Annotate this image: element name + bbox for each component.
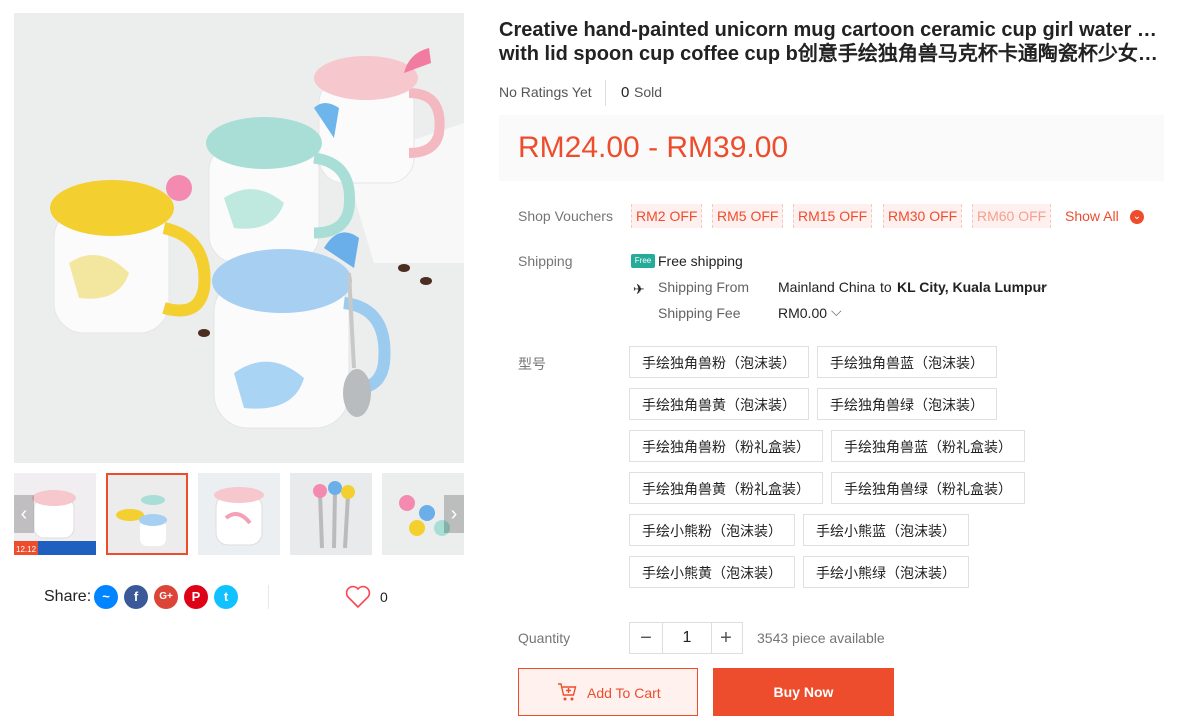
free-shipping-icon: Free — [631, 254, 655, 268]
variation-option[interactable]: 手绘小熊粉（泡沫装） — [629, 514, 795, 546]
shipping-destination[interactable]: KL City, Kuala Lumpur — [897, 279, 1047, 295]
thumbnail-1[interactable]: 12.12 ‹ — [14, 473, 96, 555]
unicorn-mugs-illustration — [14, 13, 464, 463]
thumbnail-image — [290, 473, 372, 555]
ratings-text: No Ratings Yet — [499, 84, 592, 100]
variation-option[interactable]: 手绘独角兽绿（粉礼盒装） — [831, 472, 1025, 504]
variation-option[interactable]: 手绘小熊绿（泡沫装） — [803, 556, 969, 588]
thumbnail-strip: 12.12 ‹ › — [14, 473, 464, 555]
thumbnail-5[interactable]: › — [382, 473, 464, 555]
variation-option[interactable]: 手绘小熊蓝（泡沫装） — [803, 514, 969, 546]
thumbnail-2-selected[interactable] — [106, 473, 188, 555]
variation-option[interactable]: 手绘独角兽黄（泡沫装） — [629, 388, 809, 420]
variation-option[interactable]: 手绘独角兽粉（泡沫装） — [629, 346, 809, 378]
voucher-rm60[interactable]: RM60 OFF — [972, 204, 1052, 228]
shipping-label: Shipping — [518, 253, 573, 269]
cart-icon — [558, 683, 577, 701]
next-image-button[interactable]: › — [444, 495, 464, 533]
voucher-rm30[interactable]: RM30 OFF — [883, 204, 963, 228]
shipping-fee-label: Shipping Fee — [658, 305, 741, 321]
quantity-label: Quantity — [518, 630, 571, 646]
variation-option[interactable]: 手绘独角兽蓝（粉礼盒装） — [831, 430, 1025, 462]
shipping-from-value: Mainland China — [778, 279, 876, 295]
chevron-down-icon[interactable]: ⌵ — [1037, 277, 1048, 294]
chevron-down-icon[interactable]: ⌄ — [1130, 210, 1144, 224]
buy-now-button[interactable]: Buy Now — [713, 668, 894, 716]
price-box: RM24.00 - RM39.00 — [499, 115, 1164, 181]
quantity-stepper: − 1 + — [629, 622, 743, 654]
heart-icon — [345, 585, 371, 609]
thumbnail-image — [198, 473, 280, 555]
ratings-row: No Ratings Yet 0 Sold — [499, 80, 662, 106]
variation-label: 型号 — [518, 356, 546, 372]
variation-option[interactable]: 手绘小熊黄（泡沫装） — [629, 556, 795, 588]
voucher-rm2[interactable]: RM2 OFF — [631, 204, 703, 228]
voucher-rm15[interactable]: RM15 OFF — [793, 204, 873, 228]
variation-option[interactable]: 手绘独角兽蓝（泡沫装） — [817, 346, 997, 378]
twitter-icon[interactable]: t — [214, 585, 238, 609]
variation-option[interactable]: 手绘独角兽绿（泡沫装） — [817, 388, 997, 420]
google-plus-icon[interactable]: G+ — [154, 585, 178, 609]
increase-quantity-button[interactable]: + — [710, 623, 742, 653]
shipping-fee-value[interactable]: RM0.00 — [778, 305, 827, 321]
voucher-rm5[interactable]: RM5 OFF — [712, 204, 784, 228]
thumbnail-3[interactable] — [198, 473, 280, 555]
divider — [605, 80, 606, 106]
add-to-cart-label: Add To Cart — [587, 685, 661, 701]
free-shipping-text: Free shipping — [658, 253, 743, 269]
price-range: RM24.00 - RM39.00 — [518, 131, 789, 164]
stock-available: 3543 piece available — [757, 630, 885, 646]
variation-option[interactable]: 手绘独角兽粉（粉礼盒装） — [629, 430, 823, 462]
thumbnail-image — [108, 475, 186, 553]
vouchers-label: Shop Vouchers — [518, 208, 613, 224]
facebook-icon[interactable]: f — [124, 585, 148, 609]
add-to-cart-button[interactable]: Add To Cart — [518, 668, 698, 716]
shipping-to-label: to — [880, 279, 892, 295]
messenger-icon[interactable]: ~ — [94, 585, 118, 609]
title-line-1: Creative hand-painted unicorn mug cartoo… — [499, 19, 1159, 41]
pinterest-icon[interactable]: P — [184, 585, 208, 609]
product-title: Creative hand-painted unicorn mug cartoo… — [499, 18, 1159, 66]
product-main-image[interactable] — [14, 13, 464, 463]
title-line-2: with lid spoon cup coffee cup b创意手绘独角兽马克… — [499, 43, 1159, 65]
favorite-count: 0 — [380, 589, 388, 605]
chevron-down-icon[interactable]: ⌵ — [831, 303, 842, 320]
thumbnail-4[interactable] — [290, 473, 372, 555]
sold-label: Sold — [634, 84, 663, 100]
decrease-quantity-button[interactable]: − — [630, 623, 662, 653]
divider — [268, 585, 269, 609]
thumbnail-badge: 12.12 — [16, 545, 37, 554]
share-label: Share: — [44, 588, 92, 605]
shipping-from-label: Shipping From — [658, 279, 750, 295]
sold-count: 0 — [621, 84, 630, 101]
free-badge-text: Free — [634, 256, 652, 265]
variation-option[interactable]: 手绘独角兽黄（粉礼盒装） — [629, 472, 823, 504]
show-all-vouchers-link[interactable]: Show All — [1065, 208, 1119, 224]
favorite-button[interactable]: 0 — [345, 585, 388, 614]
plane-icon: ✈ — [633, 281, 645, 297]
quantity-input[interactable]: 1 — [662, 623, 712, 653]
prev-image-button[interactable]: ‹ — [14, 495, 34, 533]
